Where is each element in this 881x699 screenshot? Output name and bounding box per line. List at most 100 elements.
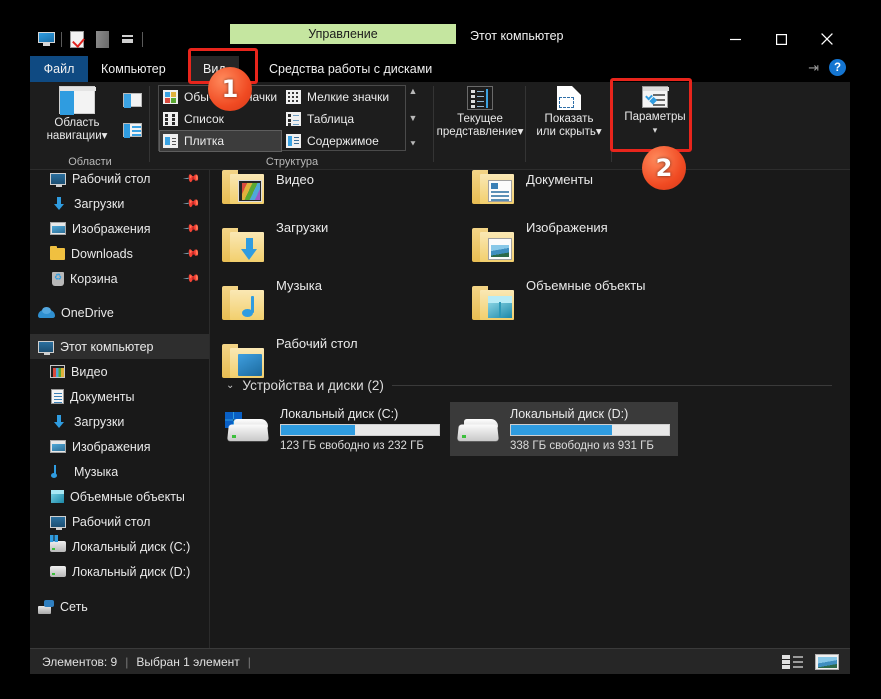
ribbon-helpers: ⇥ ?	[808, 59, 846, 76]
scroll-down-icon[interactable]: ▼	[409, 113, 418, 123]
gallery-expand-icon[interactable]: ⯆	[409, 140, 416, 149]
this-pc-icon[interactable]	[34, 27, 58, 51]
drives-section-header[interactable]: ⌄ Устройства и диски (2)	[226, 378, 832, 393]
tab-computer[interactable]: Компьютер	[88, 56, 179, 82]
sidebar-item-documents[interactable]: Документы	[30, 384, 209, 409]
sidebar-item-local-disk-d[interactable]: Локальный диск (D:)	[30, 559, 209, 584]
sidebar-item-onedrive[interactable]: OneDrive	[30, 300, 209, 325]
sidebar-item-downloads-folder[interactable]: Downloads 📌	[30, 241, 209, 266]
ribbon: Область навигации▾ Области Обычные значк…	[30, 82, 850, 170]
documents-folder-icon	[472, 170, 516, 206]
downloads-icon	[50, 414, 68, 430]
navigation-pane-button[interactable]: Область навигации▾	[40, 86, 114, 150]
sidebar-item-network[interactable]: Сеть	[30, 594, 209, 619]
pin-ribbon-icon[interactable]: ⇥	[808, 60, 819, 76]
help-icon[interactable]: ?	[829, 59, 846, 76]
divider: |	[125, 654, 129, 669]
pin-icon: 📌	[182, 244, 201, 263]
view-option-small-icons[interactable]: Мелкие значки	[282, 86, 405, 108]
3d-objects-icon	[51, 490, 64, 503]
drive-free-space: 123 ГБ свободно из 232 ГБ	[280, 439, 424, 452]
status-bar: Элементов: 9 | Выбран 1 элемент |	[30, 648, 850, 674]
navigation-pane[interactable]: Рабочий стол 📌 Загрузки 📌 Изображения 📌 …	[30, 170, 210, 648]
view-option-tiles[interactable]: Плитка	[159, 130, 282, 152]
maximize-button[interactable]	[758, 24, 804, 54]
videos-icon	[50, 365, 65, 378]
list-item[interactable]: Видео	[216, 170, 456, 216]
sidebar-item-desktop[interactable]: Рабочий стол	[30, 509, 209, 534]
annotation-badge-2: 2	[642, 146, 686, 190]
sidebar-item-pictures-quick[interactable]: Изображения 📌	[30, 216, 209, 241]
quick-access-toolbar	[34, 27, 145, 51]
list-item[interactable]: Загрузки	[216, 216, 456, 274]
options-button[interactable]: Параметры ▾	[616, 86, 694, 150]
sidebar-item-recycle-bin[interactable]: Корзина 📌	[30, 266, 209, 291]
details-view-button[interactable]	[780, 653, 806, 671]
tab-drive-tools[interactable]: Средства работы с дисками	[256, 56, 445, 82]
chevron-down-icon[interactable]: ⌄	[226, 380, 234, 391]
music-folder-icon	[222, 284, 266, 322]
current-view-button[interactable]: Текущее представление▾	[437, 86, 523, 150]
minimize-button[interactable]	[712, 24, 758, 54]
view-option-list[interactable]: Список	[159, 108, 282, 130]
tab-file[interactable]: Файл	[30, 56, 88, 82]
sidebar-item-local-disk-c[interactable]: Локальный диск (C:)	[30, 534, 209, 559]
ribbon-tab-strip: Файл Компьютер Вид Средства работы с дис…	[30, 56, 850, 82]
pin-icon: 📌	[182, 269, 201, 288]
details-view-icon	[782, 654, 804, 669]
sidebar-item-3d-objects[interactable]: Объемные объекты	[30, 484, 209, 509]
desktop-icon	[50, 515, 66, 530]
list-item[interactable]: Изображения	[466, 216, 706, 274]
music-icon	[50, 464, 68, 480]
ribbon-group-layout: Обычные значки Мелкие значки Список Табл…	[150, 82, 434, 170]
details-pane-button[interactable]	[120, 120, 144, 140]
current-view-icon	[467, 86, 493, 110]
sidebar-item-downloads[interactable]: Загрузки	[30, 409, 209, 434]
options-icon	[642, 86, 669, 108]
sidebar-item-pictures[interactable]: Изображения	[30, 434, 209, 459]
preview-pane-button[interactable]	[120, 90, 144, 110]
list-item[interactable]: Музыка	[216, 274, 456, 332]
customize-dropdown-icon[interactable]	[115, 27, 139, 51]
window-icon[interactable]	[90, 27, 114, 51]
desktop-icon	[50, 172, 66, 187]
capacity-bar	[510, 423, 670, 436]
sidebar-item-desktop-quick[interactable]: Рабочий стол 📌	[30, 170, 209, 191]
nav-pane-label-2: навигации	[46, 130, 102, 142]
drive-name: Локальный диск (C:)	[280, 406, 399, 421]
annotation-badge-1: 1	[208, 67, 252, 111]
ribbon-group-panes: Область навигации▾ Области	[30, 82, 150, 170]
sidebar-item-videos[interactable]: Видео	[30, 359, 209, 384]
onedrive-cloud-icon	[38, 307, 55, 318]
windows-drive-icon	[50, 535, 66, 552]
large-icons-view-button[interactable]	[814, 653, 840, 671]
pictures-icon	[50, 440, 66, 453]
list-item[interactable]: Локальный диск (D:) 338 ГБ свободно из 9…	[450, 402, 678, 456]
details-pane-icon	[122, 123, 142, 138]
show-hide-button[interactable]: Показать или скрыть▾	[530, 86, 608, 150]
view-option-content[interactable]: Содержимое	[282, 130, 405, 152]
preview-pane-icon	[122, 93, 142, 108]
drive-name: Локальный диск (D:)	[510, 406, 629, 421]
view-option-details[interactable]: Таблица	[282, 108, 405, 130]
list-item[interactable]: Объемные объекты	[466, 274, 706, 332]
sidebar-item-music[interactable]: Музыка	[30, 459, 209, 484]
windows-drive-icon	[224, 412, 272, 446]
nav-pane-caret: ▾	[101, 130, 108, 142]
properties-icon[interactable]	[65, 27, 89, 51]
pin-icon: 📌	[182, 219, 201, 238]
list-item[interactable]: Локальный диск (C:) 123 ГБ свободно из 2…	[220, 402, 448, 456]
ribbon-group-show-hide: Показать или скрыть▾	[526, 82, 612, 170]
close-button[interactable]	[804, 24, 850, 54]
drives-section-title: Устройства и диски (2)	[242, 378, 384, 393]
sidebar-item-this-pc[interactable]: Этот компьютер	[30, 334, 209, 359]
scroll-up-icon[interactable]: ▲	[409, 87, 418, 96]
sidebar-item-downloads-quick[interactable]: Загрузки 📌	[30, 191, 209, 216]
gallery-scrollbar[interactable]: ▲ ▼ ⯆	[406, 85, 420, 151]
file-list-area[interactable]: Видео Документы Загрузки Изображения Муз…	[210, 170, 850, 648]
videos-folder-icon	[222, 170, 266, 206]
show-hide-icon	[557, 86, 581, 110]
explorer-window: Управление Этот компьютер Файл Компьютер…	[30, 24, 850, 674]
medium-icons-icon	[163, 90, 178, 104]
desktop-folder-icon	[222, 342, 266, 380]
